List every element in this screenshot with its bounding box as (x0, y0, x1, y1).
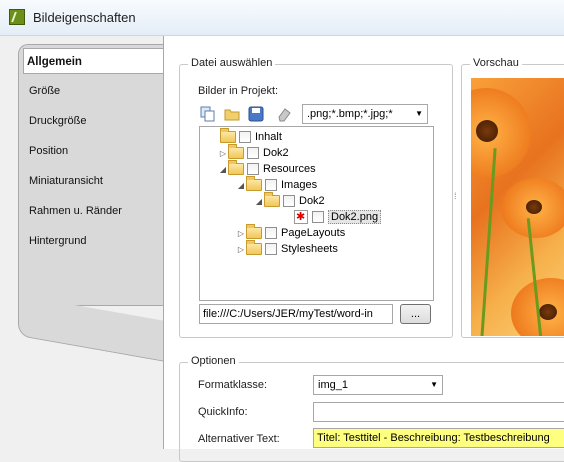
tree-node-selected[interactable]: Dok2.png (294, 209, 382, 225)
tab-druckgroesse[interactable]: Druckgröße (26, 108, 164, 134)
file-filter-value: .png;*.bmp;*.jpg;* (307, 108, 393, 120)
app-icon (9, 9, 25, 25)
format-class-select[interactable]: img_1 ▼ (313, 375, 443, 395)
tree-checkbox[interactable] (265, 227, 277, 240)
tree-node-label: Dok2 (263, 147, 289, 159)
folder-icon[interactable] (224, 106, 240, 122)
folder-icon (264, 192, 280, 208)
tree-node[interactable]: ▷ PageLayouts (236, 224, 346, 242)
format-class-label: Formatklasse: (198, 379, 268, 391)
tab-miniaturansicht[interactable]: Miniaturansicht (26, 168, 164, 194)
tree-node-label: Inhalt (255, 131, 282, 143)
chevron-down-icon: ▼ (430, 380, 438, 389)
copy-icon[interactable] (200, 106, 216, 122)
collapse-icon[interactable]: ◢ (218, 162, 228, 178)
tree-node[interactable]: ◢ Images (236, 176, 318, 194)
tab-position[interactable]: Position (26, 138, 164, 164)
tab-allgemein[interactable]: Allgemein (23, 48, 164, 74)
tree-node[interactable]: ▷ Dok2 (218, 144, 289, 162)
tab-list: Allgemein Größe Druckgröße Position Mini… (18, 44, 164, 449)
tree-node-label: Dok2 (299, 195, 325, 207)
format-class-value: img_1 (318, 379, 348, 391)
splitter-handle[interactable]: ⁞ (454, 191, 457, 201)
folder-icon (228, 160, 244, 176)
options-legend: Optionen (188, 355, 239, 367)
chevron-down-icon: ▼ (415, 109, 423, 118)
folder-icon (246, 176, 262, 192)
preview-legend: Vorschau (470, 57, 522, 69)
file-filter-select[interactable]: .png;*.bmp;*.jpg;* ▼ (302, 104, 428, 124)
quickinfo-input[interactable] (313, 402, 564, 422)
tree-node[interactable]: ◢ Resources (218, 160, 316, 178)
tree-node[interactable]: ◢ Dok2 (254, 192, 325, 210)
folder-icon (220, 128, 236, 144)
tree-node[interactable]: ▷ Stylesheets (236, 240, 338, 258)
tree-checkbox[interactable] (247, 163, 259, 176)
expand-icon[interactable]: ▷ (236, 242, 246, 258)
tab-rahmen-raender[interactable]: Rahmen u. Ränder (26, 198, 164, 224)
folder-icon (228, 144, 244, 160)
tree-checkbox[interactable] (312, 211, 324, 224)
tree-node-label: Images (281, 179, 318, 191)
save-icon[interactable] (248, 106, 264, 122)
preview-image (471, 78, 564, 336)
file-path-input[interactable]: file:///C:/Users/JER/myTest/word-in (199, 304, 393, 324)
expand-icon[interactable]: ▷ (236, 226, 246, 242)
collapse-icon[interactable]: ◢ (236, 178, 246, 194)
tree-checkbox[interactable] (283, 195, 295, 208)
tree-checkbox[interactable] (265, 243, 277, 256)
tab-groesse[interactable]: Größe (26, 78, 164, 104)
file-select-legend: Datei auswählen (188, 57, 276, 69)
project-tree[interactable]: Inhalt ▷ Dok2 ◢ Resources ◢ Images ◢ Dok2 Do… (199, 126, 434, 301)
tree-node[interactable]: Inhalt (220, 128, 282, 145)
tree-checkbox[interactable] (239, 131, 251, 144)
quickinfo-label: QuickInfo: (198, 406, 248, 418)
alt-text-label: Alternativer Text: (198, 433, 280, 445)
tree-node-label: PageLayouts (281, 227, 346, 239)
tree-node-label: Dok2.png (328, 210, 382, 224)
alt-text-input[interactable]: Titel: Testtitel - Beschreibung: Testbes… (313, 428, 564, 448)
tree-checkbox[interactable] (247, 147, 259, 160)
tree-node-label: Resources (263, 163, 316, 175)
tab-hintergrund[interactable]: Hintergrund (26, 228, 164, 254)
tree-node-label: Stylesheets (281, 243, 338, 255)
browse-button[interactable]: ... (400, 304, 431, 324)
image-file-icon (294, 209, 308, 225)
tree-checkbox[interactable] (265, 179, 277, 192)
expand-icon[interactable]: ▷ (218, 146, 228, 162)
collapse-icon[interactable]: ◢ (254, 194, 264, 210)
images-in-project-label: Bilder in Projekt: (198, 85, 279, 97)
window-title: Bildeigenschaften (33, 10, 136, 25)
folder-icon (246, 240, 262, 256)
folder-icon (246, 224, 262, 240)
title-bar: Bildeigenschaften (0, 0, 564, 36)
eraser-icon[interactable] (276, 106, 292, 122)
content-panel: Datei auswählen Bilder in Projekt: .png;… (163, 36, 564, 462)
